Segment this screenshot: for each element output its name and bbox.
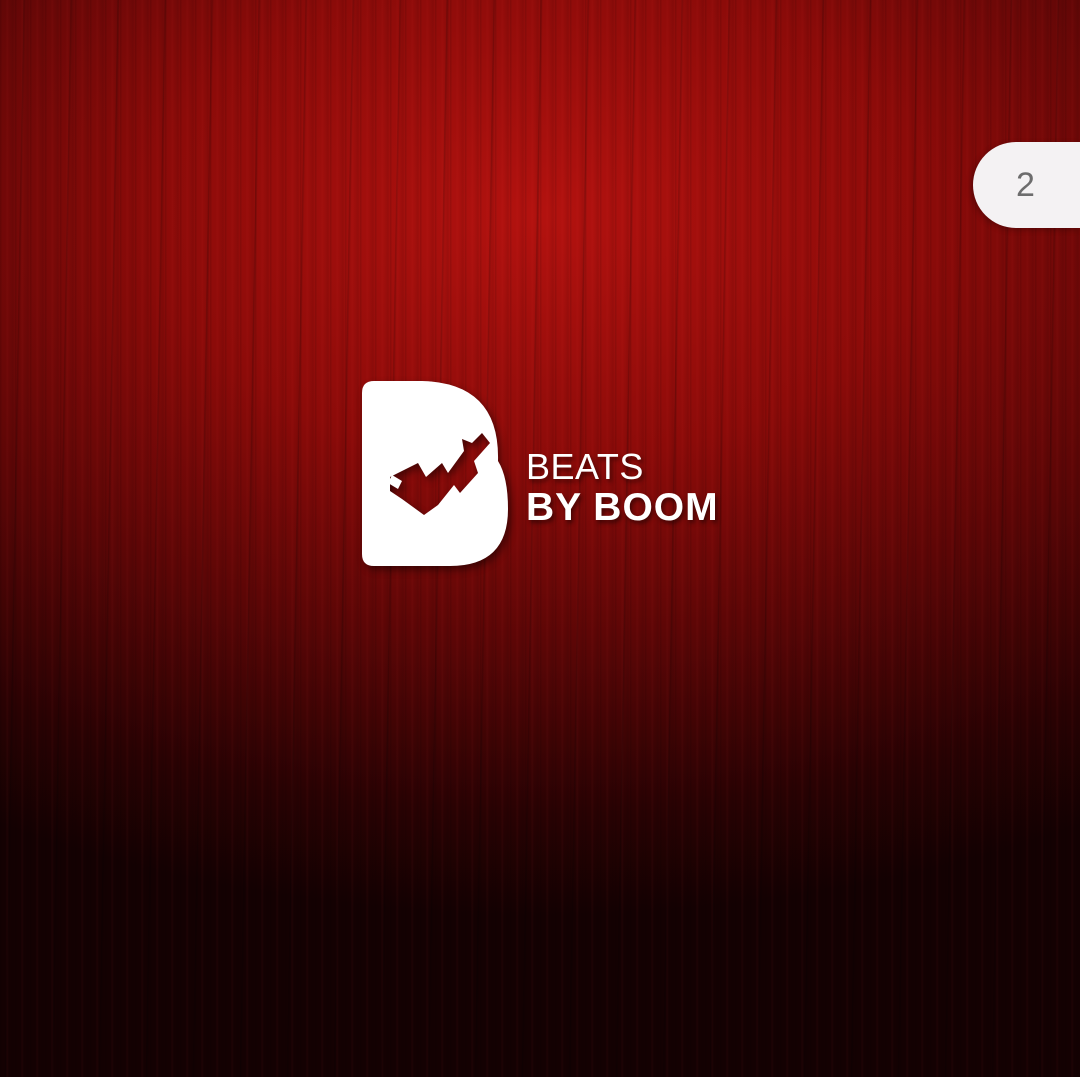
brand-line-1: BEATS	[526, 446, 644, 487]
hand-b-logo-icon	[362, 381, 508, 566]
brand-line-2: BY BOOM	[526, 486, 719, 529]
page-indicator: 2	[973, 142, 1080, 228]
page-number: 2	[1016, 165, 1035, 204]
brand-wordmark: BEATS BY BOOM	[526, 447, 719, 529]
brand-logo: BEATS BY BOOM	[362, 381, 732, 566]
